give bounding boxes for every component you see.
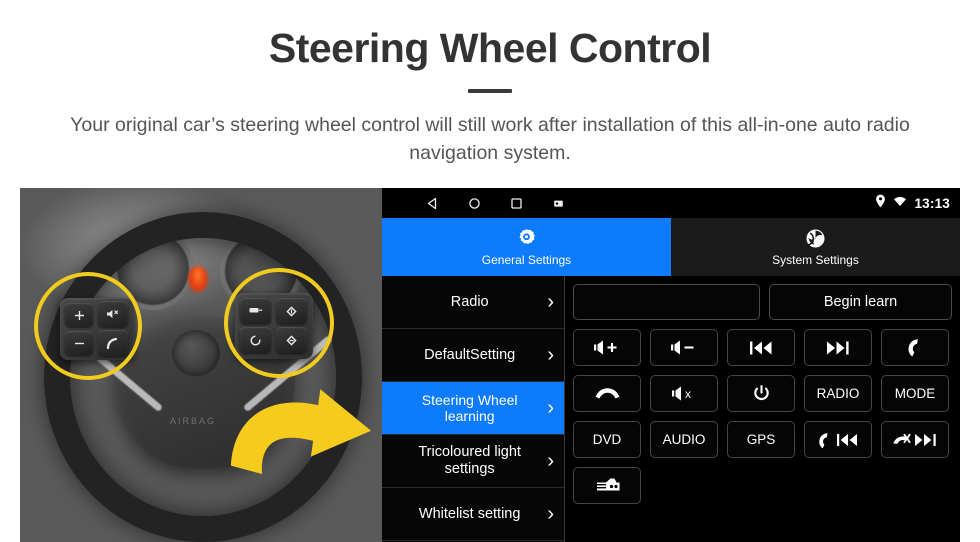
sidebar-item-radio[interactable]: Radio ›	[382, 276, 564, 329]
previous-track-button[interactable]	[727, 329, 795, 366]
head-unit-screen: 13:13 General Settings System Settings R…	[382, 188, 960, 542]
page-header: Steering Wheel Control Your original car…	[0, 0, 980, 168]
chevron-right-icon: ›	[547, 503, 554, 525]
chevron-right-icon: ›	[547, 450, 554, 472]
tab-general-settings[interactable]: General Settings	[382, 218, 671, 276]
tab-general-settings-label: General Settings	[481, 252, 572, 267]
audio-button-label: AUDIO	[662, 432, 706, 447]
status-clock: 13:13	[914, 195, 950, 211]
recents-icon[interactable]	[508, 195, 524, 211]
phone-hangup-next-button[interactable]	[881, 421, 949, 458]
next-track-button[interactable]	[804, 329, 872, 366]
mute-button[interactable]: x	[650, 375, 718, 412]
svg-text:x: x	[685, 387, 691, 401]
android-status-bar: 13:13	[382, 188, 960, 218]
airbag-emblem	[172, 330, 220, 376]
tab-system-settings[interactable]: System Settings	[671, 218, 960, 276]
phone-answer-button[interactable]	[881, 329, 949, 366]
screenshot-icon[interactable]	[550, 195, 566, 211]
mode-button-label: MODE	[894, 386, 936, 401]
page-root: Steering Wheel Control Your original car…	[0, 0, 980, 542]
dvd-button-label: DVD	[592, 432, 622, 447]
sidebar-item-label: Whitelist setting	[418, 505, 521, 522]
dvd-button[interactable]: DVD	[573, 421, 641, 458]
status-indicators: 13:13	[875, 188, 950, 218]
sidebar-item-tricoloured-light-settings[interactable]: Tricoloured light settings ›	[382, 435, 564, 488]
android-nav-buttons	[382, 195, 566, 211]
sidebar-item-steering-wheel-learning[interactable]: Steering Wheel learning ›	[382, 382, 564, 435]
learn-controls-row: Begin learn	[573, 284, 952, 320]
airbag-label: AIRBAG	[170, 416, 217, 426]
settings-body: Radio › DefaultSetting › Steering Wheel …	[382, 276, 960, 542]
settings-tab-bar: General Settings System Settings	[382, 218, 960, 276]
page-subtitle: Your original car’s steering wheel contr…	[70, 114, 910, 165]
sidebar-item-label: Radio	[450, 293, 489, 310]
phone-previous-button[interactable]	[804, 421, 872, 458]
settings-sidebar: Radio › DefaultSetting › Steering Wheel …	[382, 276, 565, 542]
page-title: Steering Wheel Control	[268, 25, 712, 71]
steering-wheel-photo: AIRBAG	[20, 188, 382, 542]
mode-button[interactable]: MODE	[881, 375, 949, 412]
sidebar-item-label: Tricoloured light settings	[418, 444, 521, 477]
title-divider	[468, 89, 512, 94]
sidebar-item-defaultsetting[interactable]: DefaultSetting ›	[382, 329, 564, 382]
radio-button[interactable]: RADIO	[804, 375, 872, 412]
volume-up-button[interactable]	[573, 329, 641, 366]
sidebar-item-whitelist-setting[interactable]: Whitelist setting ›	[382, 488, 564, 541]
gps-button[interactable]: GPS	[727, 421, 795, 458]
chevron-right-icon: ›	[547, 397, 554, 419]
sidebar-item-label: Steering Wheel learning	[421, 391, 518, 424]
home-icon[interactable]	[466, 195, 482, 211]
back-icon[interactable]	[424, 195, 440, 211]
swirl-logo-icon	[805, 228, 826, 250]
highlight-ring-right	[224, 268, 334, 378]
chevron-right-icon: ›	[547, 344, 554, 366]
wifi-icon	[893, 194, 907, 212]
gps-button-label: GPS	[746, 432, 776, 447]
power-button[interactable]	[727, 375, 795, 412]
location-pin-icon	[875, 194, 886, 213]
learn-display-field[interactable]	[573, 284, 760, 320]
volume-down-button[interactable]	[650, 329, 718, 366]
begin-learn-button[interactable]: Begin learn	[769, 284, 952, 320]
media-strip: AIRBAG 13:13 General Settings System Set…	[20, 188, 960, 542]
radio-button-label: RADIO	[816, 386, 860, 401]
tab-system-settings-label: System Settings	[772, 252, 859, 267]
sidebar-item-label: DefaultSetting	[424, 346, 516, 363]
key-button-grid: x RADIO MODE DVD AUDIO GPS	[573, 329, 952, 504]
gear-icon	[516, 228, 537, 250]
steering-wheel-learning-panel: Begin learn x RADIO MODE DVD AUDIO GPS	[565, 276, 960, 542]
phone-hangup-button[interactable]	[573, 375, 641, 412]
audio-button[interactable]: AUDIO	[650, 421, 718, 458]
rear-camera-button[interactable]	[573, 467, 641, 504]
chevron-right-icon: ›	[547, 291, 554, 313]
pointer-arrow	[228, 384, 382, 484]
highlight-ring-left	[34, 272, 142, 380]
